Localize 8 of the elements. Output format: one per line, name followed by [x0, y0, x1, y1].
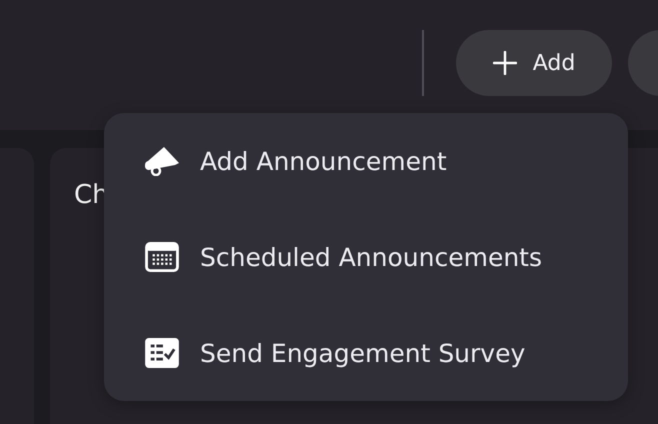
plus-icon: [492, 51, 517, 75]
megaphone-icon: [144, 146, 180, 176]
calendar-icon: [144, 242, 180, 272]
add-button[interactable]: Add: [456, 30, 612, 96]
checklist-icon: [144, 338, 180, 368]
menu-item[interactable]: Add Announcement: [144, 131, 628, 191]
menu-item[interactable]: Scheduled Announcements: [144, 227, 628, 287]
menu-item[interactable]: Send Engagement Survey: [144, 323, 628, 383]
